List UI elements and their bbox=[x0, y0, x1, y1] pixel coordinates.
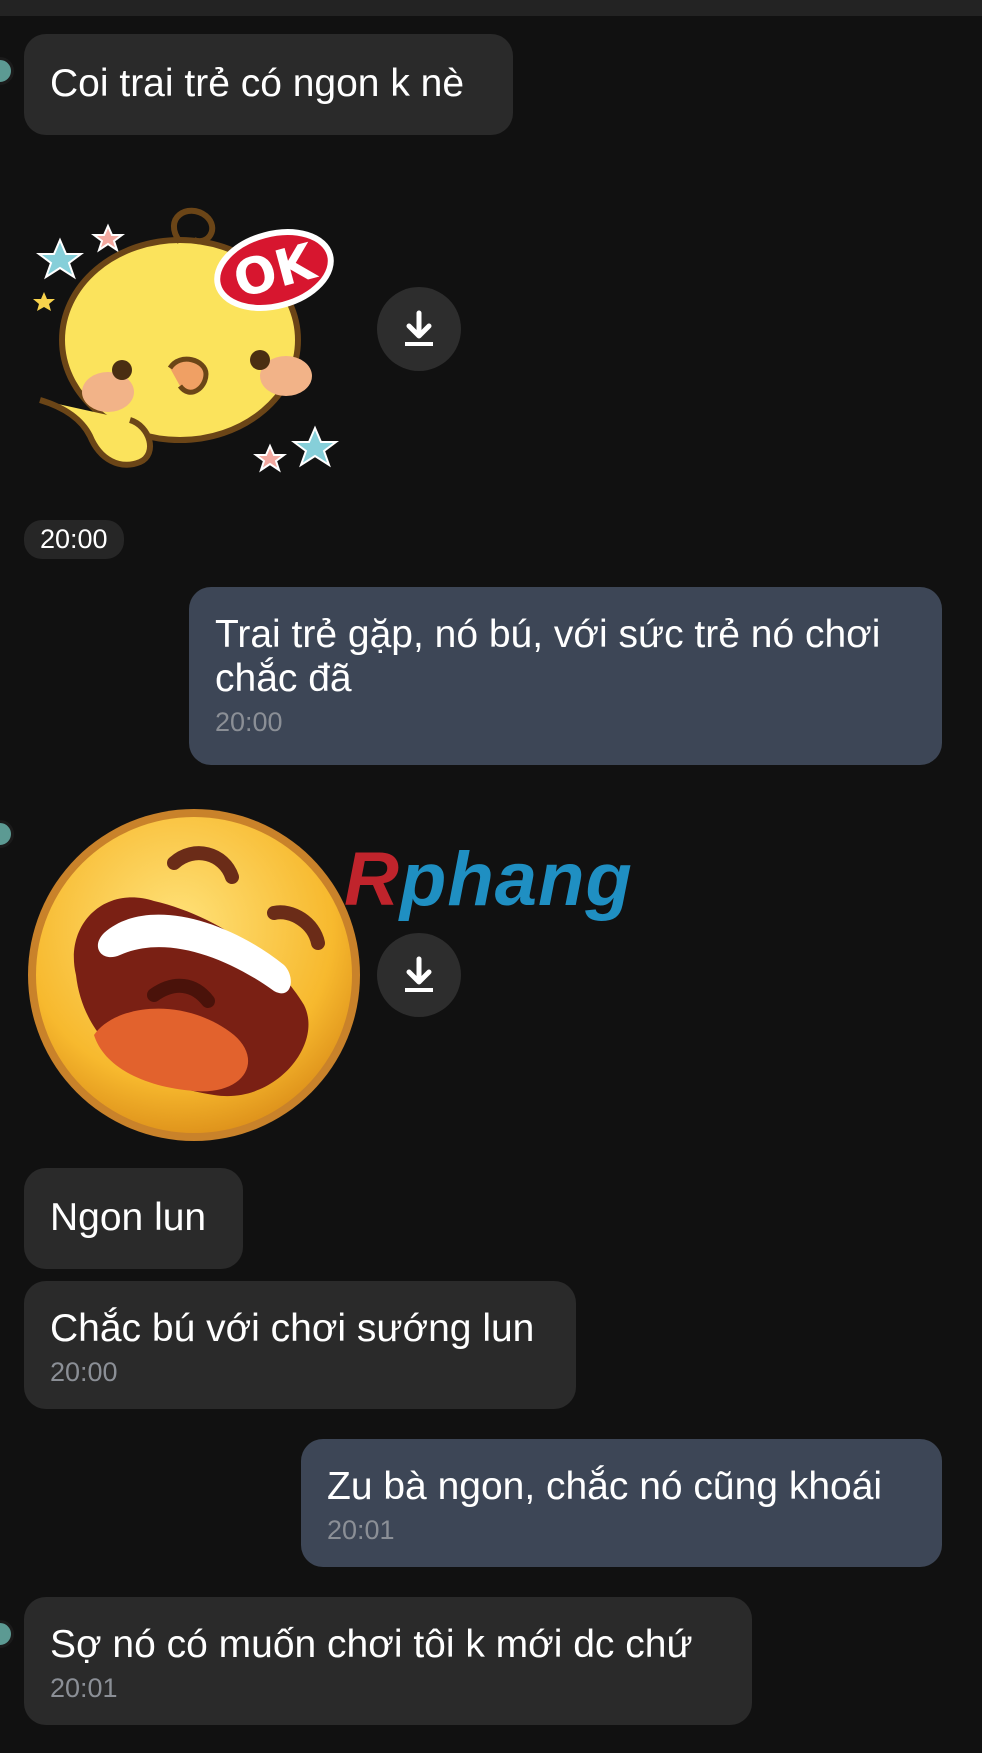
star-icon bbox=[291, 425, 339, 468]
watermark-rest: phang bbox=[399, 837, 633, 922]
star-icon bbox=[36, 237, 84, 280]
avatar[interactable] bbox=[0, 1620, 14, 1648]
message-timestamp: 20:00 bbox=[215, 707, 283, 737]
avatar[interactable] bbox=[0, 57, 14, 85]
star-icon bbox=[33, 292, 55, 311]
laughing-emoji-sticker[interactable] bbox=[24, 805, 364, 1145]
watermark-logo: Rphang bbox=[344, 836, 633, 923]
star-icon bbox=[253, 443, 287, 473]
avatar[interactable] bbox=[0, 820, 14, 848]
download-icon bbox=[405, 956, 433, 992]
message-timestamp: 20:01 bbox=[50, 1673, 118, 1703]
download-icon bbox=[405, 310, 433, 346]
star-icon bbox=[91, 223, 125, 253]
message-text: Sợ nó có muốn chơi tôi k mới dc chứ bbox=[50, 1623, 693, 1666]
message-timestamp: 20:01 bbox=[327, 1515, 395, 1545]
message-bubble-received[interactable]: Sợ nó có muốn chơi tôi k mới dc chứ 20:0… bbox=[24, 1597, 752, 1725]
message-bubble-received[interactable]: Chắc bú với chơi sướng lun 20:00 bbox=[24, 1281, 576, 1409]
time-pill: 20:00 bbox=[24, 520, 124, 559]
watermark-first-letter: R bbox=[344, 837, 400, 922]
message-bubble-sent[interactable]: Trai trẻ gặp, nó bú, với sức trẻ nó chơi… bbox=[189, 587, 942, 765]
message-timestamp: 20:00 bbox=[50, 1357, 118, 1387]
message-text: Ngon lun bbox=[50, 1196, 207, 1239]
message-bubble-received[interactable]: Coi trai trẻ có ngon k nè bbox=[24, 34, 513, 135]
message-text: Trai trẻ gặp, nó bú, với sức trẻ nó chơi… bbox=[215, 613, 881, 700]
message-bubble-received[interactable]: Ngon lun bbox=[24, 1168, 243, 1269]
download-button[interactable] bbox=[377, 933, 461, 1017]
download-button[interactable] bbox=[377, 287, 461, 371]
message-text: Chắc bú với chơi sướng lun bbox=[50, 1307, 535, 1350]
top-bar bbox=[0, 0, 982, 16]
message-bubble-sent[interactable]: Zu bà ngon, chắc nó cũng khoái 20:01 bbox=[301, 1439, 942, 1567]
message-text: Coi trai trẻ có ngon k nè bbox=[50, 62, 465, 105]
message-text: Zu bà ngon, chắc nó cũng khoái bbox=[327, 1465, 883, 1508]
duck-ok-sticker[interactable]: OK bbox=[30, 200, 370, 490]
